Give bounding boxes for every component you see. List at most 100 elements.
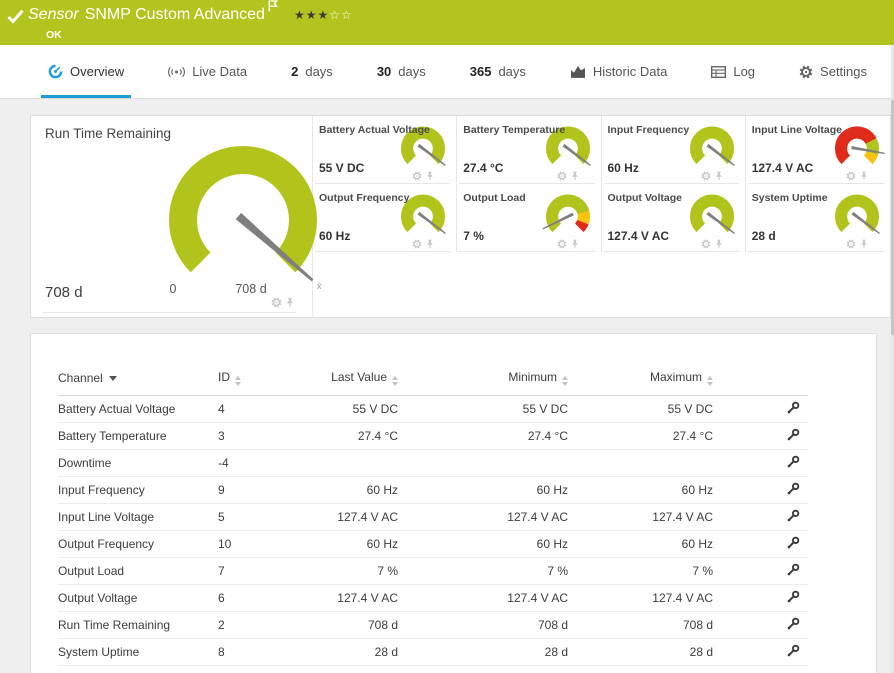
channel-settings-wrench-icon[interactable] xyxy=(786,644,800,658)
gauge-settings-gear-icon[interactable] xyxy=(701,239,711,249)
tab-overview[interactable]: Overview xyxy=(40,45,132,98)
column-header-minimum[interactable]: Minimum xyxy=(398,368,568,396)
gauge-footer-icons xyxy=(701,171,723,181)
gauge-settings-gear-icon[interactable] xyxy=(846,239,856,249)
gauge-output-load: Output Load 7 % xyxy=(457,184,602,252)
cell-minimum xyxy=(398,449,568,477)
gauge-value: 28 d xyxy=(751,229,776,243)
cell-minimum: 28 d xyxy=(398,638,568,666)
channel-row-battery-actual-voltage: Battery Actual Voltage 4 55 V DC 55 V DC 55 … xyxy=(58,396,808,423)
gauge-footer-icons xyxy=(701,239,723,249)
gauge-settings-gear-icon[interactable] xyxy=(846,171,856,181)
column-header-maximum[interactable]: Maximum xyxy=(568,368,713,396)
cell-last-value: 7 % xyxy=(298,557,398,585)
tab-30-days[interactable]: 30 days xyxy=(377,45,426,98)
gauge-footer-icons xyxy=(556,239,579,249)
output-voltage-gauge xyxy=(689,194,735,234)
channel-row-output-voltage: Output Voltage 6 127.4 V AC 127.4 V AC 127.4… xyxy=(58,584,808,612)
cell-maximum: 28 d xyxy=(568,638,713,666)
tab-historic-data[interactable]: Historic Data xyxy=(570,45,667,98)
overview-content: Run Time Remaining x̄ 0 708 d 708 d Batt… xyxy=(0,99,894,673)
gauge-settings-gear-icon[interactable] xyxy=(412,239,422,249)
channel-table: Channel ID Last Value Minimum Maximum Battery… xyxy=(58,368,808,666)
gauge-pin-icon[interactable] xyxy=(715,239,723,249)
gauge-value: 708 d xyxy=(45,284,83,301)
sort-icon xyxy=(235,376,241,386)
gauge-footer-icons xyxy=(412,171,434,181)
cell-channel: Downtime xyxy=(58,449,218,477)
flag-icon[interactable] xyxy=(268,0,278,17)
tab-2-days[interactable]: 2 days xyxy=(291,45,333,98)
gauge-pin-icon[interactable] xyxy=(860,171,868,181)
gauge-footer-icons xyxy=(412,239,434,249)
gauge-settings-gear-icon[interactable] xyxy=(701,171,711,181)
status-check-icon xyxy=(7,9,24,24)
cell-channel: Battery Temperature xyxy=(58,422,218,450)
channel-settings-wrench-icon[interactable] xyxy=(786,428,800,442)
channel-settings-wrench-icon[interactable] xyxy=(786,401,800,415)
cell-channel: Battery Actual Voltage xyxy=(58,402,176,416)
cell-channel: Output Load xyxy=(58,557,218,585)
cell-last-value: 28 d xyxy=(298,638,398,666)
column-header-id[interactable]: ID xyxy=(218,368,298,396)
tab-settings[interactable]: Settings xyxy=(799,45,867,98)
channel-settings-wrench-icon[interactable] xyxy=(786,617,800,631)
cell-last-value: 127.4 V AC xyxy=(298,584,398,612)
gauge-output-frequency: Output Frequency 60 Hz xyxy=(313,184,458,252)
cell-id: 7 xyxy=(218,557,298,585)
cell-last-value: 708 d xyxy=(298,611,398,639)
cell-minimum: 708 d xyxy=(398,611,568,639)
gauge-settings-gear-icon[interactable] xyxy=(556,239,567,249)
sort-icon xyxy=(392,376,398,386)
live-data-icon xyxy=(168,65,186,79)
tab-log[interactable]: Log xyxy=(711,45,755,98)
channel-settings-wrench-icon[interactable] xyxy=(786,455,800,469)
title-line: Sensor SNMP Custom Advanced ★★★☆☆ xyxy=(28,0,353,24)
gauge-pin-icon[interactable] xyxy=(286,297,294,308)
gauge-footer-icons xyxy=(271,297,294,308)
priority-stars[interactable]: ★★★☆☆ xyxy=(294,8,353,22)
cell-minimum: 60 Hz xyxy=(398,476,568,504)
gauge-settings-gear-icon[interactable] xyxy=(271,297,282,308)
log-icon xyxy=(711,65,727,78)
column-header-last-value[interactable]: Last Value xyxy=(298,368,398,396)
gauge-system-uptime: System Uptime 28 d xyxy=(746,184,890,252)
cell-minimum: 27.4 °C xyxy=(398,422,568,450)
gauge-label: Battery Temperature xyxy=(463,124,566,136)
channel-settings-wrench-icon[interactable] xyxy=(786,590,800,604)
gauge-pin-icon[interactable] xyxy=(426,239,434,249)
column-header-channel[interactable]: Channel xyxy=(58,368,218,396)
channel-row-system-uptime: System Uptime 8 28 d 28 d 28 d xyxy=(58,638,808,666)
gauge-pin-icon[interactable] xyxy=(571,171,579,181)
cell-minimum: 127.4 V AC xyxy=(398,503,568,531)
cell-id: 9 xyxy=(218,476,298,504)
channel-settings-wrench-icon[interactable] xyxy=(786,536,800,550)
gauge-label: Output Frequency xyxy=(319,192,410,204)
channels-panel: Channel ID Last Value Minimum Maximum Battery… xyxy=(30,333,877,673)
channel-settings-wrench-icon[interactable] xyxy=(786,482,800,496)
historic-data-icon xyxy=(570,65,586,78)
gauge-footer-icons xyxy=(846,171,868,181)
channel-row-output-load: Output Load 7 7 % 7 % 7 % xyxy=(58,557,808,585)
gauge-output-voltage: Output Voltage 127.4 V AC xyxy=(602,184,746,252)
gauge-pin-icon[interactable] xyxy=(860,239,868,249)
output-load-gauge xyxy=(542,194,590,233)
tab-365-days[interactable]: 365 days xyxy=(470,45,526,98)
channel-row-run-time-remaining: Run Time Remaining 2 708 d 708 d 708 d xyxy=(58,611,808,639)
gauge-pin-icon[interactable] xyxy=(426,171,434,181)
cell-minimum: 127.4 V AC xyxy=(398,584,568,612)
cell-maximum: 127.4 V AC xyxy=(568,503,713,531)
tab-live-data[interactable]: Live Data xyxy=(168,45,247,98)
cell-minimum: 60 Hz xyxy=(398,530,568,558)
small-gauges-grid: Battery Actual Voltage 55 V DC Battery Tem… xyxy=(313,116,890,252)
gauge-pin-icon[interactable] xyxy=(571,239,579,249)
cell-id: 5 xyxy=(218,503,298,531)
input-frequency-gauge xyxy=(689,126,735,166)
channel-settings-wrench-icon[interactable] xyxy=(786,563,800,577)
gauge-settings-gear-icon[interactable] xyxy=(412,171,422,181)
gauge-value: 127.4 V AC xyxy=(607,229,670,243)
gauge-pin-icon[interactable] xyxy=(715,171,723,181)
object-kind-label: Sensor xyxy=(28,6,79,23)
gauge-settings-gear-icon[interactable] xyxy=(556,171,567,181)
channel-settings-wrench-icon[interactable] xyxy=(786,509,800,523)
